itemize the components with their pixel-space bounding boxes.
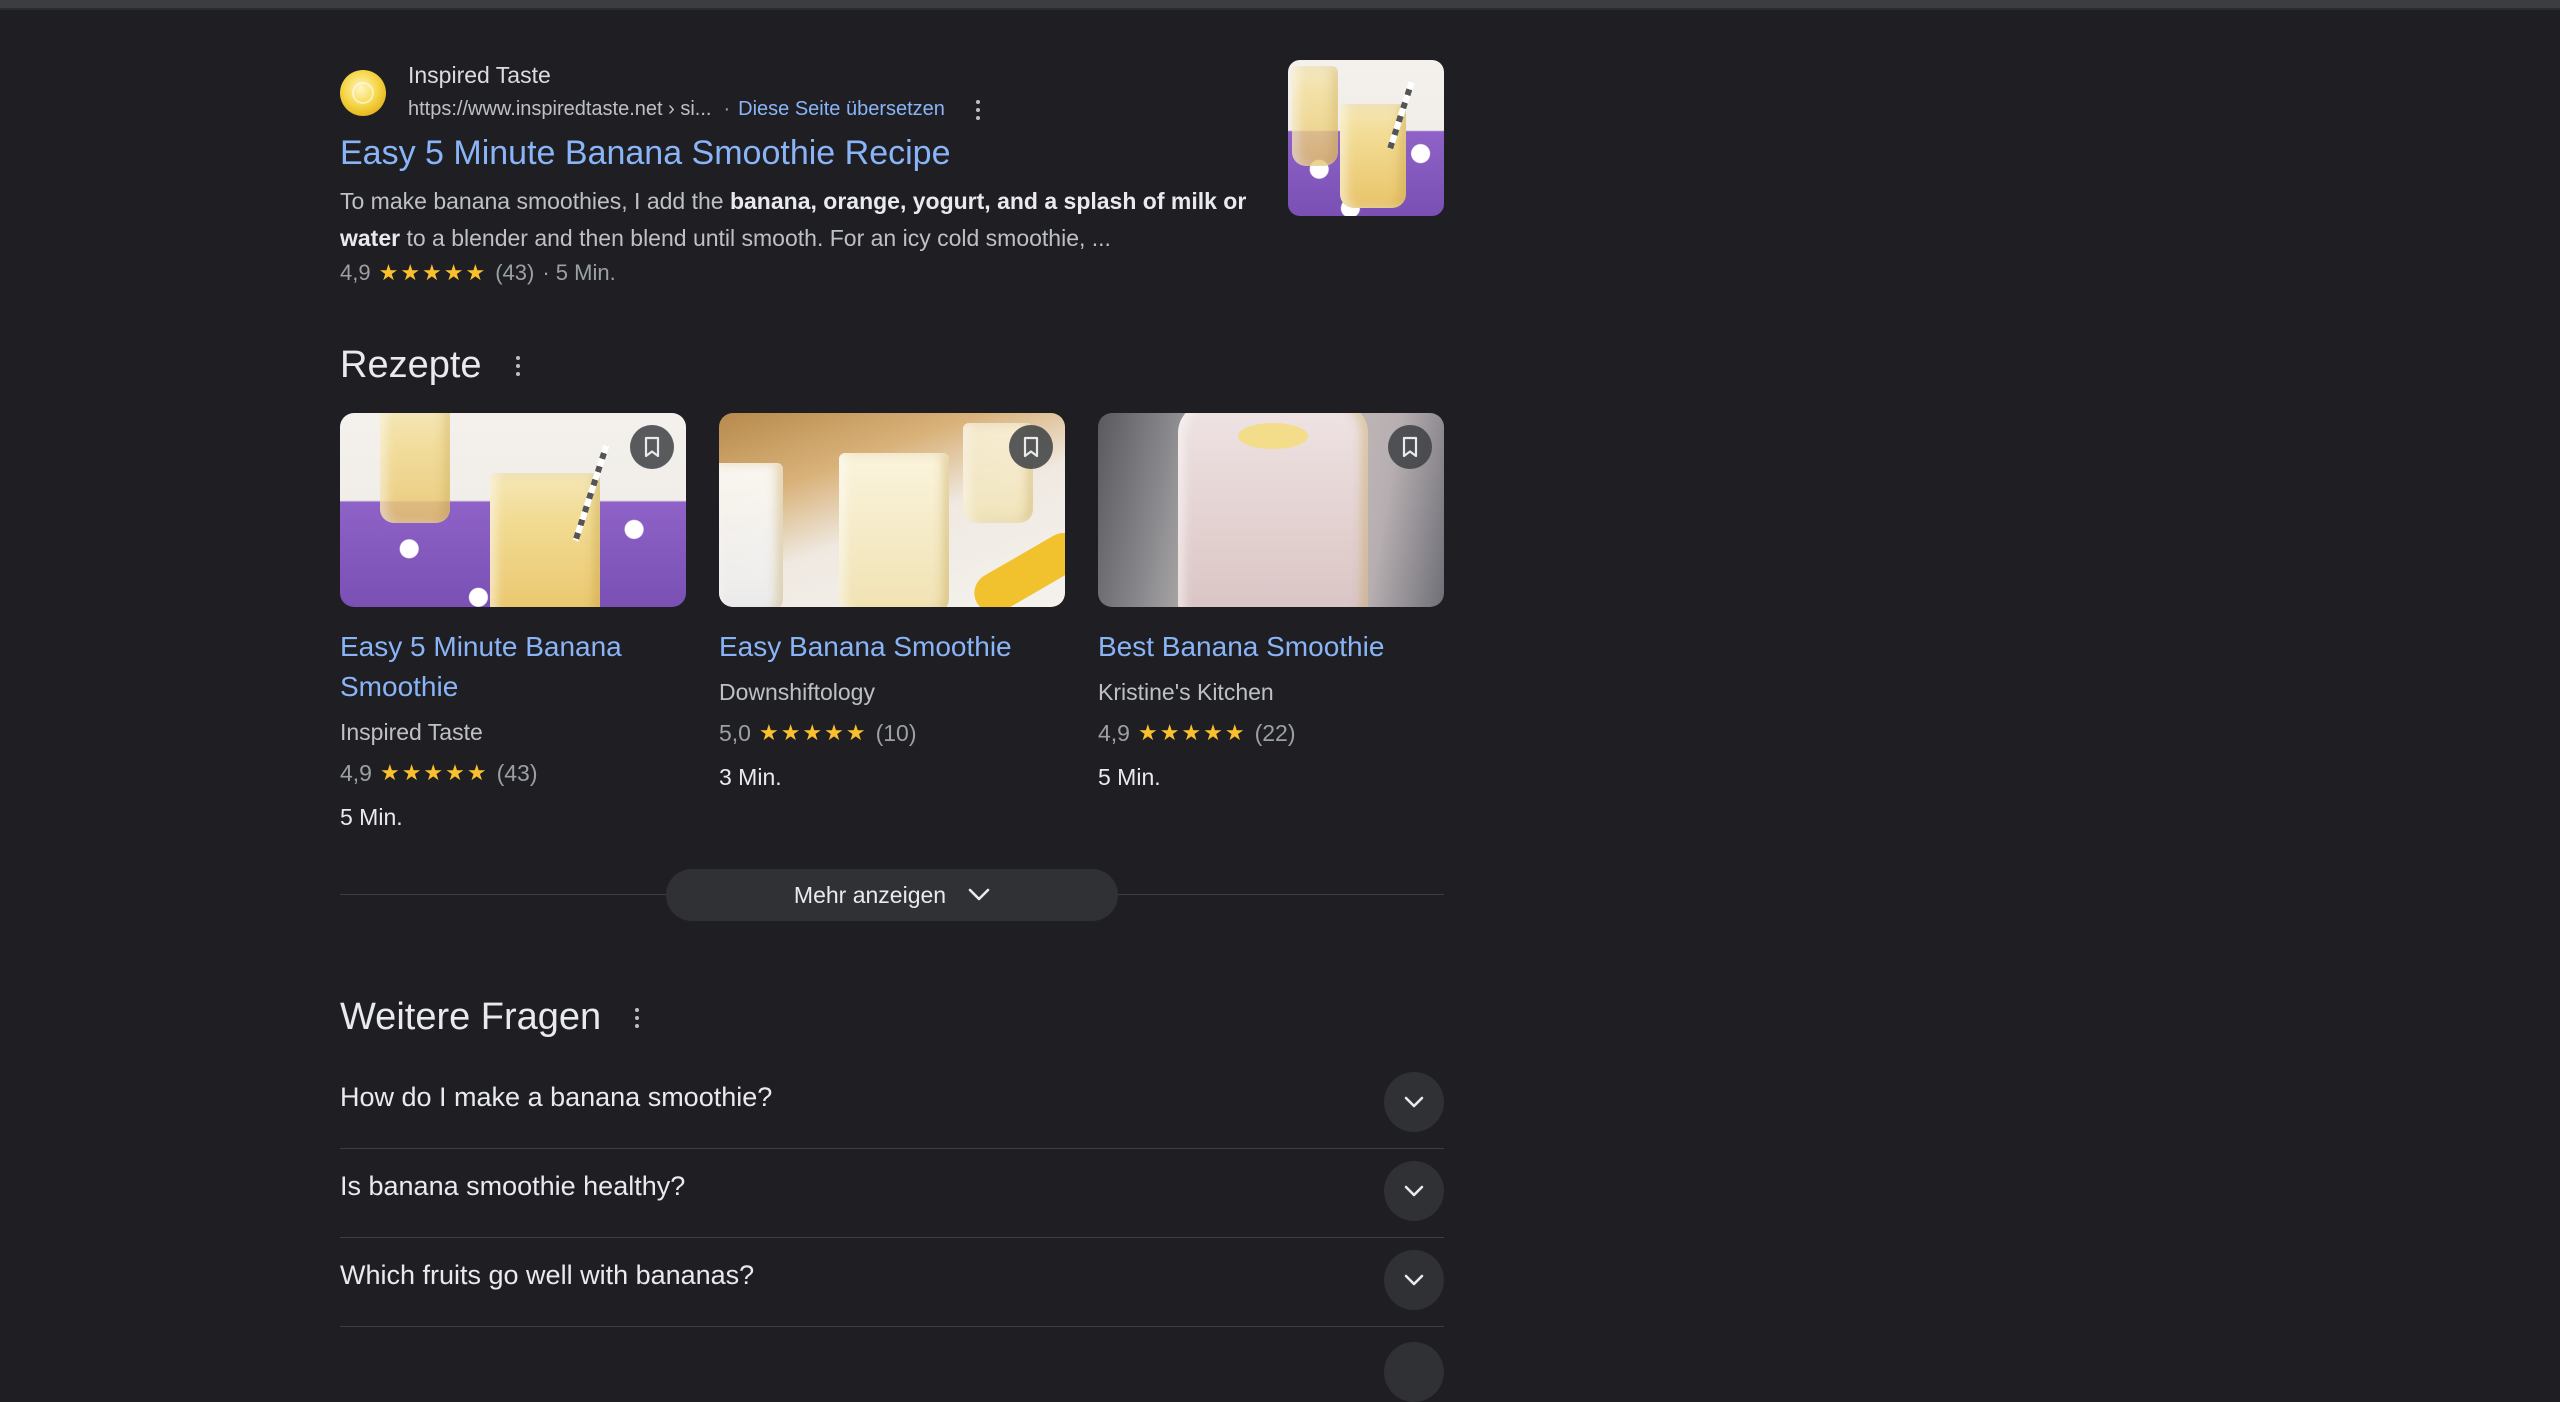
translate-link[interactable]: Diese Seite übersetzen [738, 98, 945, 121]
rating-value: 4,9 [1098, 720, 1130, 746]
bookmark-icon[interactable] [630, 425, 674, 469]
expand-button[interactable] [1384, 1250, 1444, 1310]
milk-bottle-image [719, 463, 783, 607]
site-favicon-icon[interactable] [340, 70, 386, 116]
top-divider [0, 0, 2560, 10]
cook-time: · 5 Min. [542, 260, 616, 285]
result-title-link[interactable]: Easy 5 Minute Banana Smoothie Recipe [340, 134, 950, 173]
recipes-heading: Rezepte [340, 344, 528, 387]
glass-image [1292, 66, 1338, 166]
rating-count: (43) [496, 760, 538, 786]
result-rating: 4,9 ★★★★★ (43) · 5 Min. [340, 260, 616, 286]
recipe-source: Inspired Taste [340, 719, 483, 745]
chevron-down-icon [1404, 1096, 1424, 1108]
question-item[interactable]: Is banana smoothie healthy? [340, 1149, 1444, 1238]
recipe-card[interactable]: Best Banana Smoothie Kristine's Kitchen … [1098, 413, 1444, 799]
rating-count: (22) [1254, 720, 1296, 746]
question-text[interactable]: Is banana smoothie healthy? [340, 1171, 685, 1202]
recipe-rating: 4,9 ★★★★★ (22) [1098, 711, 1444, 755]
snippet-text: To make banana smoothies, I add the [340, 188, 730, 214]
expand-button[interactable] [1384, 1072, 1444, 1132]
recipe-time: 5 Min. [1098, 764, 1161, 790]
snippet-text: to a blender and then blend until smooth… [400, 225, 1111, 251]
questions-heading-text: Weitere Fragen [340, 996, 602, 1038]
glass-image [490, 473, 600, 607]
star-rating-icon: ★★★★★ [379, 760, 489, 785]
chevron-down-icon [968, 888, 990, 901]
rating-count: (10) [875, 720, 917, 746]
question-item[interactable]: Which fruits go well with bananas? [340, 1238, 1444, 1327]
question-text[interactable]: Which fruits go well with bananas? [340, 1260, 754, 1291]
recipe-card[interactable]: Easy Banana Smoothie Downshiftology 5,0 … [719, 413, 1065, 799]
recipes-options-icon[interactable] [508, 355, 528, 376]
result-snippet: To make banana smoothies, I add the bana… [340, 183, 1260, 257]
site-name[interactable]: Inspired Taste [408, 62, 551, 89]
recipe-rating: 5,0 ★★★★★ (10) [719, 711, 1065, 755]
recipe-image[interactable] [1098, 413, 1444, 607]
bookmark-icon[interactable] [1009, 425, 1053, 469]
star-rating-icon: ★★★★★ [1137, 720, 1247, 745]
expand-button[interactable] [1384, 1342, 1444, 1402]
star-rating-icon: ★★★★★ [378, 260, 488, 285]
rating-value: 4,9 [340, 260, 371, 285]
banana-slice-image [1238, 423, 1308, 449]
question-item[interactable]: How do I make a banana smoothie? [340, 1060, 1444, 1149]
expand-button[interactable] [1384, 1161, 1444, 1221]
glass-image [839, 453, 949, 607]
show-more-label: Mehr anzeigen [793, 881, 947, 908]
chevron-down-icon [1404, 1185, 1424, 1197]
recipes-heading-text: Rezepte [340, 344, 482, 386]
recipe-source: Downshiftology [719, 679, 875, 705]
question-text[interactable]: How do I make a banana smoothie? [340, 1082, 772, 1113]
site-url[interactable]: https://www.inspiredtaste.net › si... [408, 98, 711, 121]
show-more-button[interactable]: Mehr anzeigen [666, 869, 1118, 921]
recipe-card[interactable]: Easy 5 Minute Banana Smoothie Inspired T… [340, 413, 686, 839]
recipe-title-link[interactable]: Easy 5 Minute Banana Smoothie [340, 627, 686, 707]
recipe-title-link[interactable]: Best Banana Smoothie [1098, 627, 1444, 667]
url-separator: · [723, 98, 731, 120]
result-options-icon[interactable] [968, 100, 988, 120]
glass-image [380, 413, 450, 523]
recipe-time: 3 Min. [719, 764, 782, 790]
recipe-time: 5 Min. [340, 804, 403, 830]
recipe-title-link[interactable]: Easy Banana Smoothie [719, 627, 1065, 667]
bookmark-icon[interactable] [1388, 425, 1432, 469]
recipe-image[interactable] [340, 413, 686, 607]
result-thumbnail[interactable] [1288, 60, 1444, 216]
rating-value: 5,0 [719, 720, 751, 746]
recipe-rating: 4,9 ★★★★★ (43) [340, 751, 686, 795]
chevron-down-icon [1404, 1274, 1424, 1286]
rating-value: 4,9 [340, 760, 372, 786]
questions-options-icon[interactable] [627, 1007, 647, 1028]
star-rating-icon: ★★★★★ [758, 720, 868, 745]
rating-count: (43) [495, 260, 535, 285]
recipe-source: Kristine's Kitchen [1098, 679, 1274, 705]
recipe-image[interactable] [719, 413, 1065, 607]
questions-heading: Weitere Fragen [340, 996, 647, 1039]
site-url-line: https://www.inspiredtaste.net › si... · … [408, 98, 945, 121]
